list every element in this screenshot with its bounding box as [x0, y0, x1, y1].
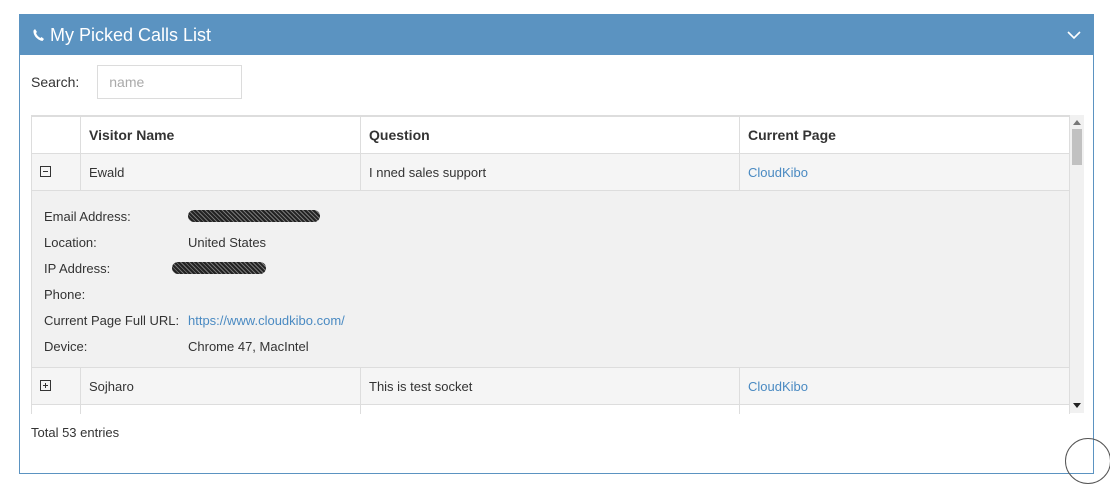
phone-icon — [33, 29, 44, 41]
search-row: Search: — [31, 65, 243, 99]
current-page-link[interactable]: CloudKibo — [748, 165, 808, 180]
url-row: Current Page Full URL: https://www.cloud… — [44, 307, 1057, 333]
column-header-expand — [31, 116, 81, 154]
current-page-cell: CloudKibo — [739, 153, 1070, 191]
calls-table: Visitor Name Question Current Page Ewald… — [31, 116, 1070, 414]
location-row: Location: United States — [44, 229, 1057, 255]
expand-cell — [31, 367, 81, 405]
visitor-details: Email Address: Location: United States I… — [31, 190, 1070, 368]
picked-calls-panel: My Picked Calls List Search: Visitor Nam… — [19, 14, 1094, 474]
table-header-row: Visitor Name Question Current Page — [31, 116, 1070, 154]
search-label: Search: — [31, 74, 80, 90]
visitor-name-cell: Ewald — [80, 153, 361, 191]
device-value: Chrome 47, MacIntel — [188, 338, 309, 354]
question-cell — [360, 404, 740, 414]
visitor-name-cell: Sojharo — [80, 367, 361, 405]
collapse-row-icon[interactable] — [40, 165, 51, 177]
scroll-up-arrow-icon[interactable] — [1073, 120, 1081, 125]
question-cell: I nned sales support — [360, 153, 740, 191]
full-url-link[interactable]: https://www.cloudkibo.com/ — [188, 313, 345, 328]
table-row[interactable]: Ewald I nned sales support CloudKibo — [31, 153, 1070, 191]
search-input[interactable] — [97, 65, 243, 99]
current-page-link[interactable]: CloudKibo — [748, 379, 808, 394]
chevron-down-icon[interactable] — [1065, 27, 1083, 43]
current-page-cell — [739, 404, 1070, 414]
column-header-question[interactable]: Question — [360, 116, 740, 154]
visitor-name-cell — [80, 404, 361, 414]
expand-row-icon[interactable] — [40, 379, 51, 391]
url-label: Current Page Full URL: — [44, 312, 180, 328]
expand-cell — [31, 153, 81, 191]
table-scrollbar[interactable] — [1070, 115, 1084, 413]
question-cell: This is test socket — [360, 367, 740, 405]
ip-row: IP Address: — [44, 255, 1057, 281]
redacted-email — [188, 210, 320, 222]
location-label: Location: — [44, 234, 97, 250]
current-page-cell: CloudKibo — [739, 367, 1070, 405]
redacted-ip — [172, 262, 266, 274]
location-value: United States — [188, 234, 267, 250]
table-row[interactable] — [31, 404, 1070, 414]
scroll-down-arrow-icon[interactable] — [1073, 403, 1081, 408]
email-row: Email Address: — [44, 203, 1057, 229]
panel-title: My Picked Calls List — [50, 24, 212, 45]
phone-row: Phone: — [44, 281, 1057, 307]
column-header-visitor-name[interactable]: Visitor Name — [80, 116, 361, 154]
device-label: Device: — [44, 338, 88, 354]
panel-header: My Picked Calls List — [20, 15, 1093, 55]
chat-bubble-icon[interactable] — [1065, 438, 1110, 484]
phone-label: Phone: — [44, 286, 86, 302]
detail-row: Email Address: Location: United States I… — [31, 190, 1070, 368]
expand-cell — [31, 404, 81, 414]
scroll-thumb[interactable] — [1072, 129, 1082, 165]
ip-label: IP Address: — [44, 260, 111, 276]
total-entries: Total 53 entries — [31, 425, 120, 440]
calls-table-container: Visitor Name Question Current Page Ewald… — [31, 115, 1083, 414]
column-header-current-page[interactable]: Current Page — [739, 116, 1070, 154]
device-row: Device: Chrome 47, MacIntel — [44, 333, 1057, 359]
table-row[interactable]: Sojharo This is test socket CloudKibo — [31, 367, 1070, 405]
email-label: Email Address: — [44, 208, 131, 224]
